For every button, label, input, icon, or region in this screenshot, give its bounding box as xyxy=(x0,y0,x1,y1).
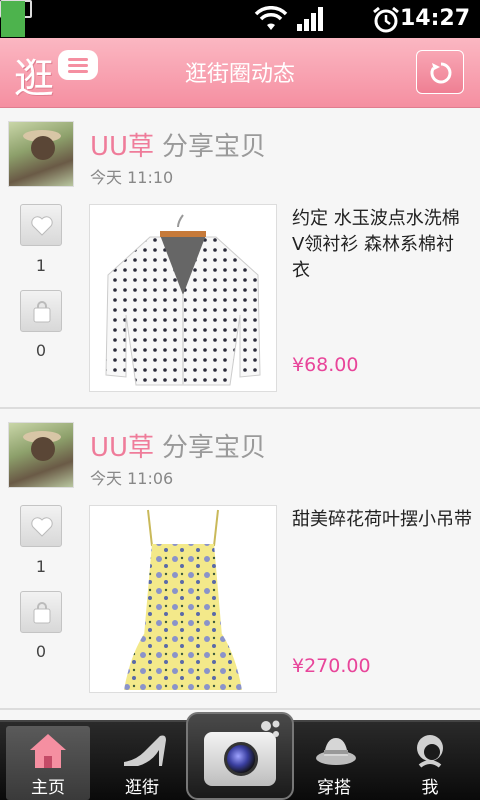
feed-post[interactable]: UU草 分享宝贝 今天 11:06 1 0 甜美碎花荷叶摆小吊带 ¥270.00 xyxy=(0,409,480,710)
bag-count: 0 xyxy=(35,341,47,360)
tab-home[interactable]: 主页 xyxy=(6,726,90,800)
tab-browse-label: 逛街 xyxy=(125,778,159,798)
tab-home-label: 主页 xyxy=(31,778,65,798)
heart-icon xyxy=(31,517,53,537)
alarm-icon xyxy=(373,6,399,33)
tab-me[interactable]: 我 xyxy=(388,726,472,800)
product-name[interactable]: 甜美碎花荷叶摆小吊带 xyxy=(292,507,472,533)
product-name[interactable]: 约定 水玉波点水洗棉V领衬衫 森林系棉衬衣 xyxy=(292,206,472,284)
post-action: 分享宝贝 xyxy=(162,433,267,463)
like-button[interactable] xyxy=(20,204,62,246)
app-header: 逛 逛街圈动态 xyxy=(0,38,480,108)
clock: 14:27 xyxy=(399,6,470,31)
post-action: 分享宝贝 xyxy=(162,132,267,162)
tab-outfit-label: 穿搭 xyxy=(317,778,351,798)
feed-list[interactable]: UU草 分享宝贝 今天 11:10 1 0 约定 水玉波点水洗棉V领衬衫 森林系… xyxy=(0,108,480,720)
refresh-icon xyxy=(430,62,452,84)
post-time: 今天 11:10 xyxy=(90,168,174,187)
post-time: 今天 11:06 xyxy=(90,469,174,488)
hat-icon xyxy=(316,738,356,765)
sparkle-icon xyxy=(261,720,280,737)
high-heel-icon xyxy=(124,735,166,766)
feed-post[interactable]: UU草 分享宝贝 今天 11:10 1 0 约定 水玉波点水洗棉V领衬衫 森林系… xyxy=(0,108,480,409)
bag-button[interactable] xyxy=(20,591,62,633)
camera-lens-icon xyxy=(224,742,258,776)
product-price: ¥270.00 xyxy=(292,655,371,677)
shopping-bag-icon xyxy=(33,301,51,323)
post-username[interactable]: UU草 xyxy=(90,427,154,464)
page-title: 逛街圈动态 xyxy=(184,62,295,87)
battery-icon: 59 xyxy=(0,0,248,37)
tab-me-label: 我 xyxy=(421,778,439,798)
product-price: ¥68.00 xyxy=(292,354,359,376)
heart-icon xyxy=(31,216,53,236)
profile-icon xyxy=(417,735,443,768)
status-bar: 59 14:27 xyxy=(0,0,480,38)
product-image[interactable] xyxy=(89,204,277,392)
product-image[interactable] xyxy=(89,505,277,693)
tab-outfit[interactable]: 穿搭 xyxy=(292,726,376,800)
post-username[interactable]: UU草 xyxy=(90,126,154,163)
floral-camisole-icon xyxy=(124,509,242,690)
like-count: 1 xyxy=(35,256,47,275)
avatar[interactable] xyxy=(8,121,74,187)
like-count: 1 xyxy=(35,557,47,576)
polka-dot-shirt-icon xyxy=(105,214,261,386)
refresh-button[interactable] xyxy=(416,50,464,94)
bag-count: 0 xyxy=(35,642,47,661)
like-button[interactable] xyxy=(20,505,62,547)
shopping-bag-icon xyxy=(33,602,51,624)
home-icon xyxy=(30,734,66,768)
camera-button[interactable] xyxy=(186,712,294,800)
avatar[interactable] xyxy=(8,422,74,488)
tab-browse[interactable]: 逛街 xyxy=(100,726,184,800)
bag-button[interactable] xyxy=(20,290,62,332)
